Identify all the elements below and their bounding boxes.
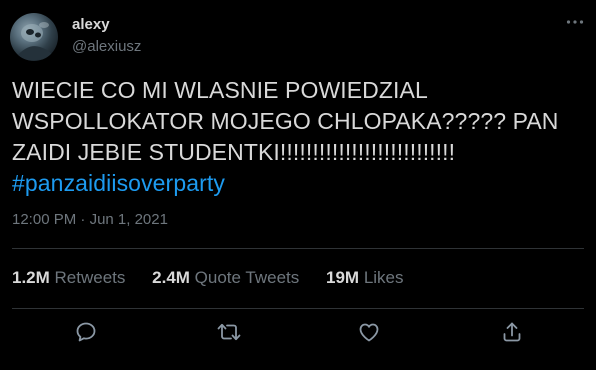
divider	[12, 308, 584, 309]
tweet-actions	[0, 314, 596, 350]
retweets-label: Retweets	[54, 268, 126, 287]
hashtag-link[interactable]: #panzaidiisoverparty	[12, 168, 587, 199]
tweet-text-line: WSPOLLOKATOR MOJEGO CHLOPAKA????? PAN	[12, 108, 559, 134]
avatar[interactable]	[10, 13, 58, 61]
retweet-icon	[217, 323, 241, 341]
likes-count: 19M	[326, 268, 360, 287]
quote-tweets-label: Quote Tweets	[194, 268, 300, 287]
share-icon	[503, 322, 521, 342]
more-options-button[interactable]	[565, 12, 585, 32]
heart-icon	[359, 323, 379, 342]
likes-label: Likes	[363, 268, 404, 287]
tweet-stats: 1.2M Retweets 2.4M Quote Tweets 19M Like…	[12, 268, 426, 288]
quote-tweets-stat[interactable]: 2.4M Quote Tweets	[152, 268, 299, 288]
avatar-image	[16, 22, 56, 61]
retweet-button[interactable]	[215, 318, 243, 346]
reply-button[interactable]	[72, 318, 100, 346]
tweet-time: 12:00 PM	[12, 211, 77, 228]
tweet-text-line: ZAIDI JEBIE STUDENTKI!!!!!!!!!!!!!!!!!!!…	[12, 139, 456, 165]
author-handle[interactable]: @alexiusz	[72, 38, 141, 55]
tweet-text: WIECIE CO MI WLASNIE POWIEDZIAL WSPOLLOK…	[12, 75, 587, 199]
divider	[12, 248, 584, 249]
meta-separator: ·	[76, 211, 90, 228]
like-button[interactable]	[355, 318, 383, 346]
retweets-stat[interactable]: 1.2M Retweets	[12, 268, 125, 288]
tweet-text-line: WIECIE CO MI WLASNIE POWIEDZIAL	[12, 77, 428, 103]
retweets-count: 1.2M	[12, 268, 50, 287]
likes-stat[interactable]: 19M Likes	[326, 268, 404, 288]
reply-icon	[76, 322, 96, 342]
tweet-date: Jun 1, 2021	[89, 211, 168, 228]
tweet-card: alexy @alexiusz WIECIE CO MI WLASNIE POW…	[0, 0, 596, 370]
tweet-timestamp[interactable]: 12:00 PM · Jun 1, 2021	[12, 211, 168, 228]
more-dots-icon	[566, 20, 584, 24]
quote-tweets-count: 2.4M	[152, 268, 190, 287]
author-display-name[interactable]: alexy	[72, 16, 110, 33]
share-button[interactable]	[498, 318, 526, 346]
